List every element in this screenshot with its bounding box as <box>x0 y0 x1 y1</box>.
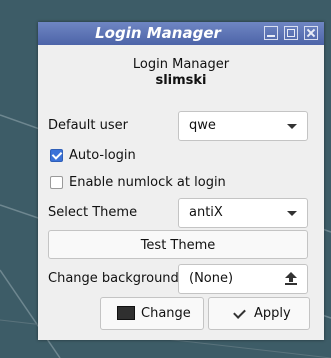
minimize-icon[interactable] <box>264 26 278 40</box>
login-manager-window: Login Manager Login Manager slimski Defa… <box>38 22 324 340</box>
current-user-name: slimski <box>155 73 207 88</box>
apply-button-label: Apply <box>254 306 291 321</box>
theme-select[interactable]: antiX <box>178 198 308 228</box>
app-name-heading: Login Manager <box>132 57 230 72</box>
chevron-down-icon <box>287 211 297 216</box>
default-user-value: qwe <box>189 118 216 133</box>
check-icon <box>233 306 246 319</box>
default-user-select[interactable]: qwe <box>178 111 308 141</box>
auto-login-label[interactable]: Auto-login <box>69 148 136 164</box>
close-icon[interactable] <box>304 26 318 40</box>
chevron-down-icon <box>287 124 297 129</box>
background-file-picker[interactable]: (None) <box>178 264 308 294</box>
theme-value: antiX <box>189 205 223 220</box>
monitor-icon <box>117 306 135 320</box>
maximize-icon[interactable] <box>284 26 298 40</box>
change-background-label: Change background <box>48 271 179 286</box>
auto-login-checkbox[interactable] <box>50 149 63 162</box>
numlock-checkbox[interactable] <box>50 176 63 189</box>
theme-label: Select Theme <box>48 205 138 220</box>
change-button[interactable]: Change <box>100 297 204 330</box>
change-button-label: Change <box>141 306 191 321</box>
window-title: Login Manager <box>95 24 221 42</box>
test-theme-label: Test Theme <box>140 238 216 253</box>
numlock-label[interactable]: Enable numlock at login <box>69 175 226 191</box>
title-bar[interactable]: Login Manager <box>38 22 324 45</box>
apply-button[interactable]: Apply <box>208 297 310 330</box>
background-value: (None) <box>189 271 234 286</box>
test-theme-button[interactable]: Test Theme <box>48 230 308 259</box>
default-user-label: Default user <box>48 118 128 133</box>
upload-icon <box>285 272 297 286</box>
